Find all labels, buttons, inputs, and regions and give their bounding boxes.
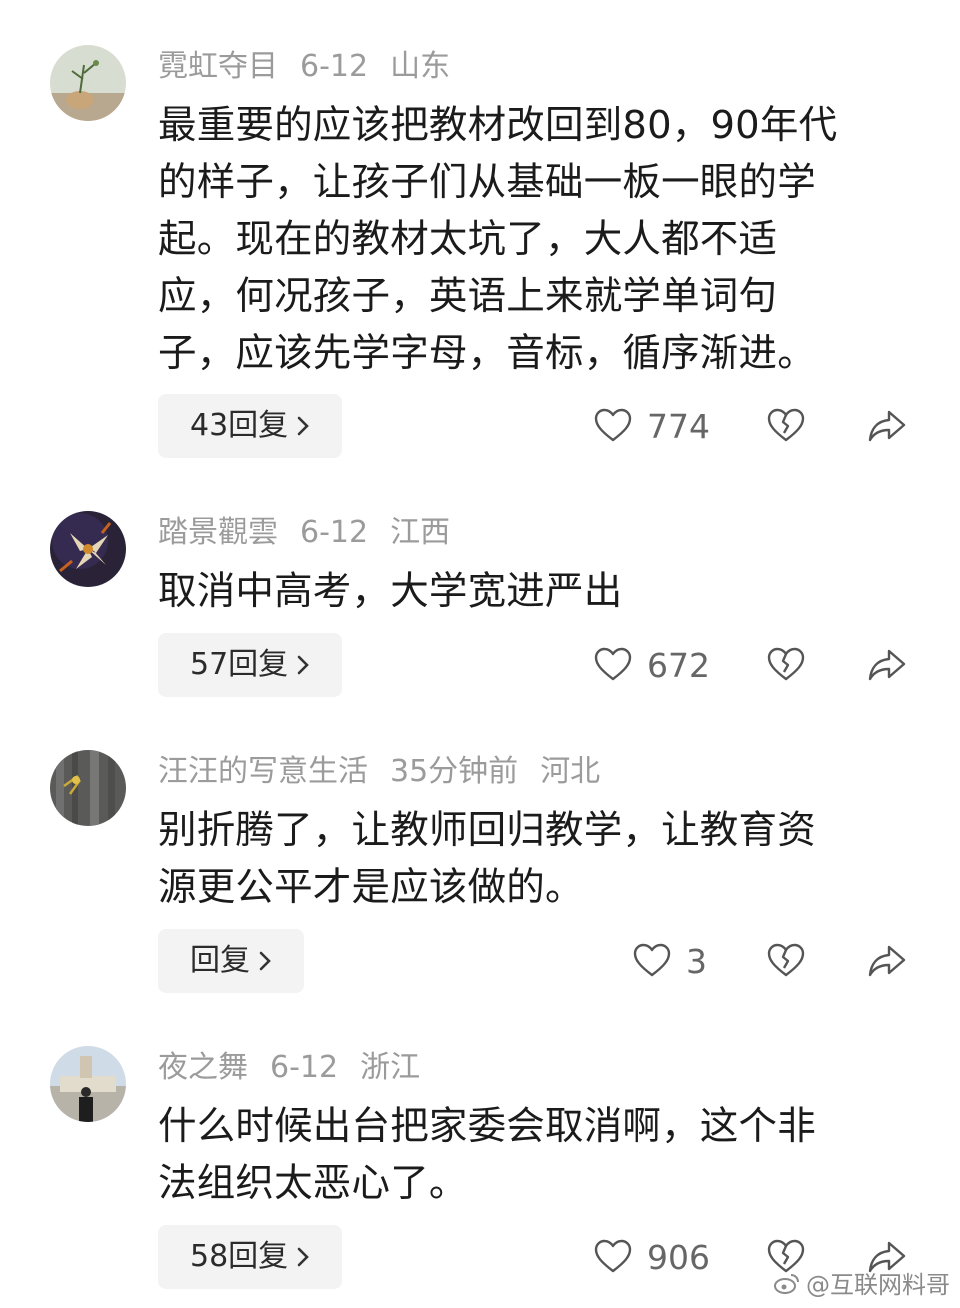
like-count: 906 — [647, 1237, 710, 1277]
comment-line: 起。现在的教材太坑了，大人都不适 — [158, 217, 778, 262]
share-icon[interactable] — [867, 941, 907, 981]
comment-line: 取消中高考，大学宽进严出 — [158, 569, 623, 614]
avatar-plant-icon — [50, 45, 126, 121]
comment-line: 应，何况孩子，英语上来就学单词句 — [158, 274, 778, 319]
comment-date: 35分钟前 — [390, 754, 519, 789]
comment-meta: 踏景觀雲 6-12 江西 — [158, 513, 472, 553]
comment-location: 山东 — [390, 49, 451, 84]
broken-heart-icon[interactable] — [766, 941, 806, 981]
avatar[interactable] — [50, 1046, 126, 1122]
comment-date: 6-12 — [300, 49, 369, 84]
like-count: 3 — [686, 941, 707, 981]
comment-line: 什么时候出台把家委会取消啊，这个非 — [158, 1104, 816, 1149]
like-button[interactable]: 3 — [632, 929, 707, 993]
comment-date: 6-12 — [270, 1050, 339, 1085]
comment-meta: 夜之舞 6-12 浙江 — [158, 1048, 442, 1088]
comment-line: 源更公平才是应该做的。 — [158, 865, 584, 910]
share-icon[interactable] — [867, 645, 907, 685]
comment-actions: 3 — [0, 929, 960, 993]
comment-text: 最重要的应该把教材改回到80，90年代 的样子，让孩子们从基础一板一眼的学 起。… — [158, 97, 903, 382]
avatar-person-icon — [50, 1046, 126, 1122]
comment-date: 6-12 — [300, 515, 369, 550]
comment-line: 法组织太恶心了。 — [158, 1161, 468, 1206]
heart-icon — [594, 408, 632, 442]
avatar[interactable] — [50, 511, 126, 587]
watermark-text: @互联网料哥 — [806, 1271, 950, 1299]
comment-location: 江西 — [390, 515, 451, 550]
share-icon[interactable] — [867, 406, 907, 446]
weibo-logo-icon — [774, 1273, 799, 1294]
comment-line: 的样子，让孩子们从基础一板一眼的学 — [158, 160, 816, 205]
avatar-flower-icon — [50, 511, 126, 587]
broken-heart-icon[interactable] — [766, 406, 806, 446]
comment-line: 子，应该先学字母，音标，循序渐进。 — [158, 331, 816, 376]
heart-icon — [594, 1239, 632, 1273]
comment-text: 什么时候出台把家委会取消啊，这个非 法组织太恶心了。 — [158, 1098, 903, 1212]
username[interactable]: 夜之舞 — [158, 1050, 248, 1085]
broken-heart-icon[interactable] — [766, 645, 806, 685]
like-button[interactable]: 906 — [593, 1225, 710, 1289]
comment-line: 最重要的应该把教材改回到80，90年代 — [158, 103, 838, 148]
watermark: @互联网料哥 — [774, 1265, 950, 1300]
comment-text: 取消中高考，大学宽进严出 — [158, 563, 903, 620]
comment-meta: 汪汪的写意生活 35分钟前 河北 — [158, 752, 622, 792]
username[interactable]: 汪汪的写意生活 — [158, 754, 368, 789]
like-count: 672 — [647, 645, 710, 685]
comment-actions: 672 — [0, 633, 960, 697]
comment-meta: 霓虹夺目 6-12 山东 — [158, 47, 472, 87]
heart-icon — [594, 647, 632, 681]
like-button[interactable]: 774 — [593, 394, 710, 458]
comment-text: 别折腾了，让教师回归教学，让教育资 源更公平才是应该做的。 — [158, 802, 903, 916]
heart-icon — [633, 943, 671, 977]
comment-actions: 774 — [0, 394, 960, 458]
avatar-wood-icon — [50, 750, 126, 826]
like-count: 774 — [647, 406, 710, 446]
avatar[interactable] — [50, 750, 126, 826]
username[interactable]: 踏景觀雲 — [158, 515, 278, 550]
username[interactable]: 霓虹夺目 — [158, 49, 278, 84]
avatar[interactable] — [50, 45, 126, 121]
comment-location: 浙江 — [360, 1050, 421, 1085]
like-button[interactable]: 672 — [593, 633, 710, 697]
comment-location: 河北 — [540, 754, 601, 789]
comment-line: 别折腾了，让教师回归教学，让教育资 — [158, 808, 816, 853]
